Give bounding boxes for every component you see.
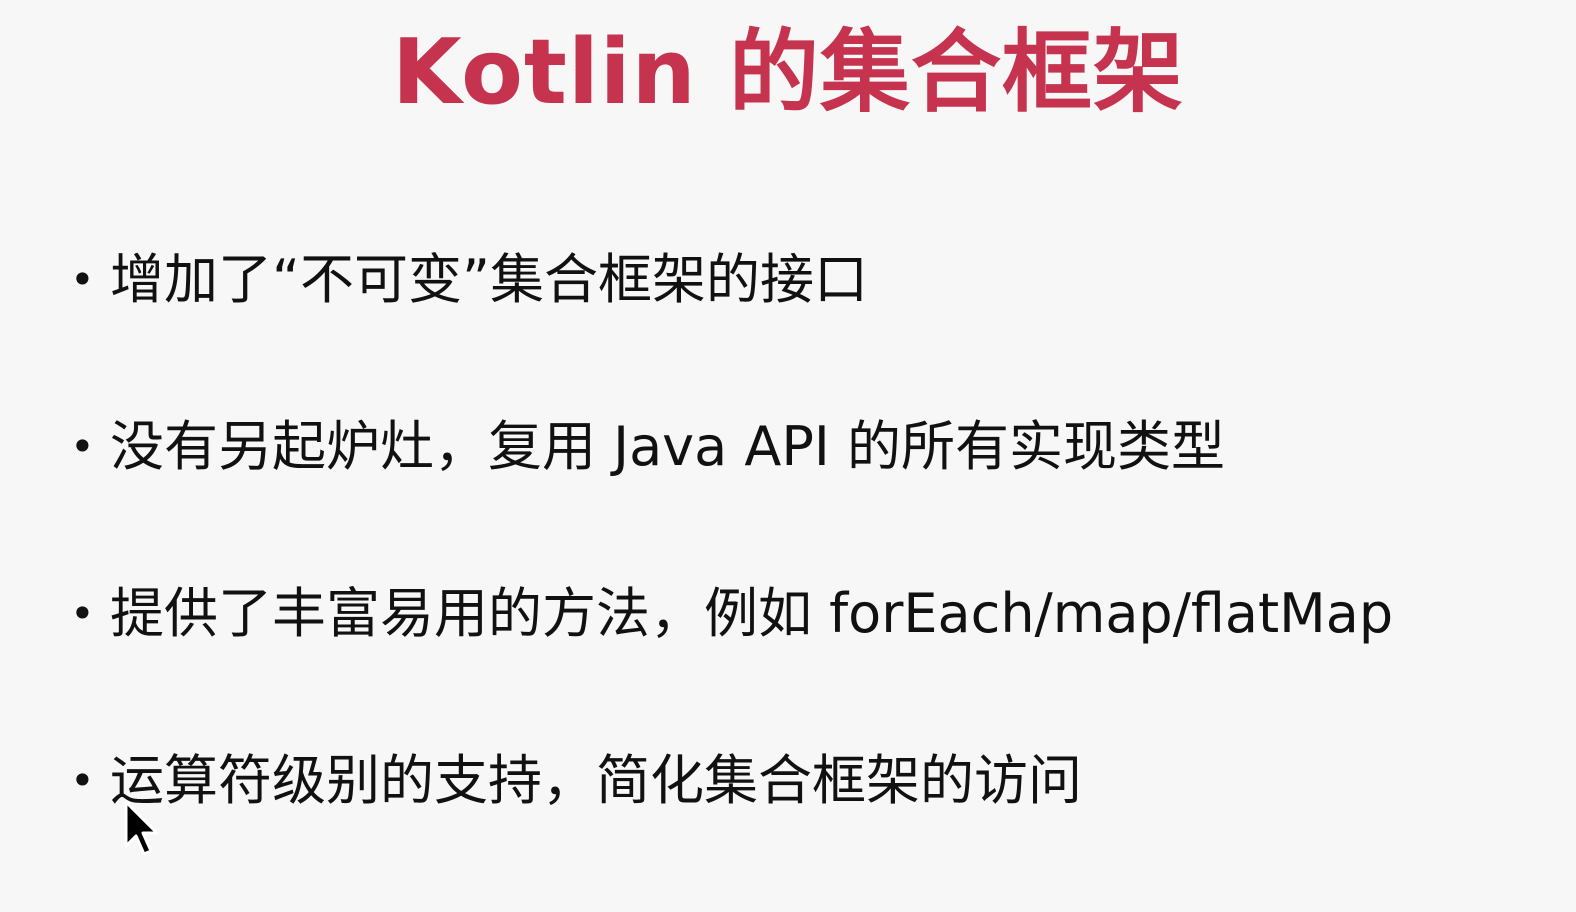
bullet-list: • 增加了“不可变”集合框架的接口 • 没有另起炉灶，复用 Java API 的…	[70, 0, 1560, 912]
slide: Kotlin 的集合框架 • 增加了“不可变”集合框架的接口 • 没有另起炉灶，…	[0, 0, 1576, 912]
bullet-text: 增加了“不可变”集合框架的接口	[110, 248, 868, 311]
bullet-dot: •	[70, 756, 95, 805]
bullet-dot: •	[70, 422, 95, 471]
bullet-dot: •	[70, 255, 95, 304]
bullet-item: • 没有另起炉灶，复用 Java API 的所有实现类型	[70, 407, 1560, 487]
mouse-pointer-icon	[124, 800, 159, 856]
bullet-item: • 增加了“不可变”集合框架的接口	[70, 240, 1560, 320]
bullet-text: 提供了丰富易用的方法，例如 forEach/map/flatMap	[110, 582, 1394, 645]
bullet-text: 没有另起炉灶，复用 Java API 的所有实现类型	[110, 415, 1225, 478]
bullet-dot: •	[70, 589, 95, 638]
bullet-text: 运算符级别的支持，简化集合框架的访问	[110, 749, 1082, 812]
bullet-item: • 提供了丰富易用的方法，例如 forEach/map/flatMap	[70, 574, 1560, 654]
bullet-item: • 运算符级别的支持，简化集合框架的访问	[70, 741, 1560, 821]
